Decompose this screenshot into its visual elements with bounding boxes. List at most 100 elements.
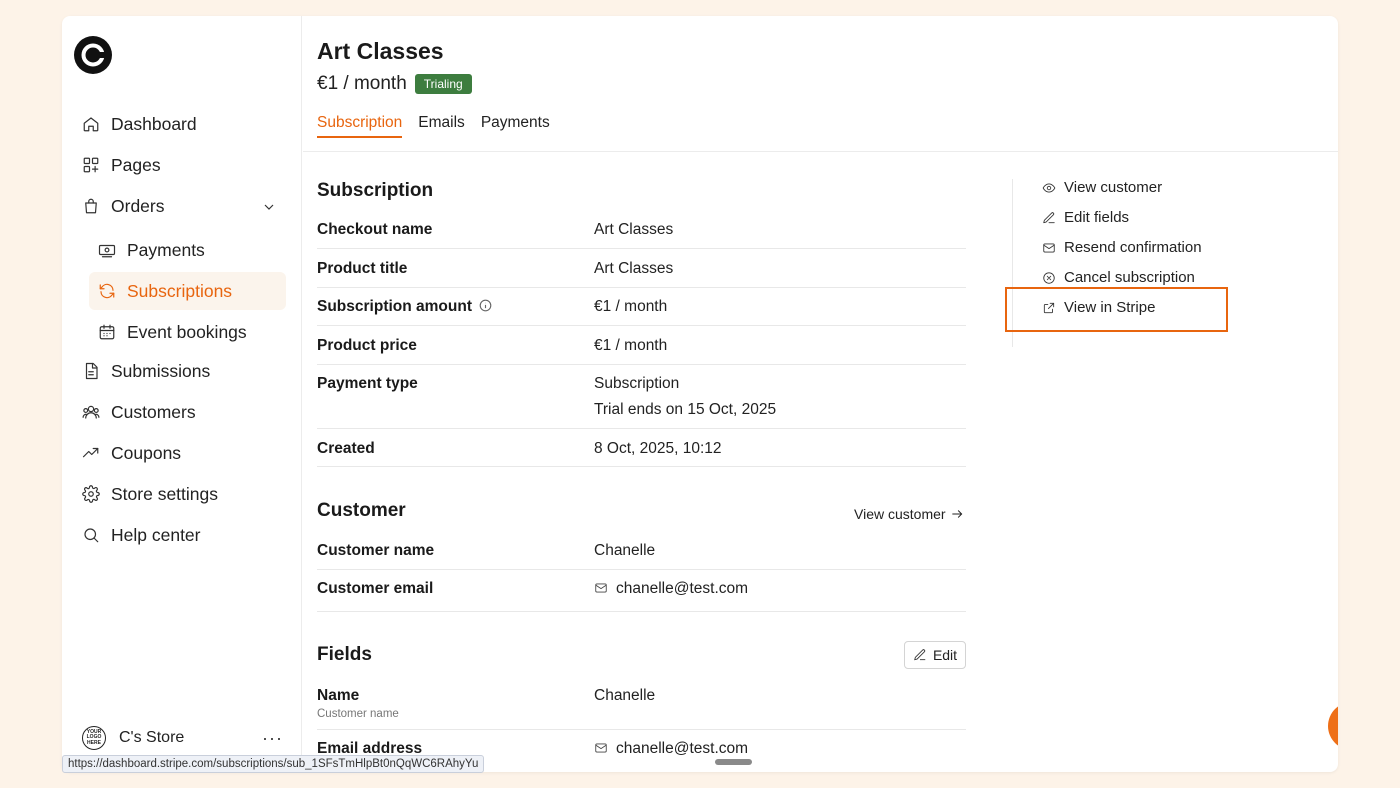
table-row: Checkout name Art Classes	[317, 211, 966, 249]
sidebar-item-label: Customers	[111, 401, 196, 422]
sidebar-item-label: Dashboard	[111, 113, 197, 134]
edit-label: Edit	[932, 647, 958, 663]
action-resend-confirmation[interactable]: Resend confirmation	[1042, 239, 1202, 256]
row-value: Chanelle	[594, 542, 656, 559]
row-value: Art Classes	[594, 221, 674, 238]
sidebar-item-help-center[interactable]: Help center	[82, 520, 201, 550]
action-edit-fields[interactable]: Edit fields	[1042, 209, 1129, 226]
chevron-down-icon[interactable]	[261, 199, 277, 215]
action-label: View customer	[1064, 179, 1163, 196]
table-row: Payment type Subscription Trial ends on …	[317, 365, 966, 429]
more-options-icon[interactable]: ···	[262, 728, 283, 749]
highlight-box	[1005, 287, 1228, 332]
document-icon	[82, 362, 100, 380]
row-label: Product title	[317, 260, 408, 277]
tab-emails[interactable]: Emails	[418, 114, 465, 138]
row-label: Payment type	[317, 375, 418, 392]
view-customer-link[interactable]: View customer	[854, 506, 964, 522]
sidebar-item-store-settings[interactable]: Store settings	[82, 479, 218, 509]
status-badge: Trialing	[414, 74, 472, 94]
row-value-email: chanelle@test.com	[594, 580, 748, 598]
row-value: €1 / month	[594, 337, 668, 354]
arrow-right-icon	[951, 510, 962, 518]
view-customer-label: View customer	[854, 506, 946, 522]
status-bar-url: https://dashboard.stripe.com/subscriptio…	[62, 755, 485, 773]
sidebar-item-event-bookings[interactable]: Event bookings	[98, 317, 247, 347]
banknote-icon	[98, 241, 116, 259]
table-row: Customer email chanelle@test.com	[317, 570, 966, 612]
info-icon[interactable]	[479, 299, 492, 312]
horizontal-scrollbar[interactable]	[715, 759, 752, 765]
row-label: Checkout name	[317, 221, 433, 238]
section-title-customer: Customer	[317, 500, 406, 521]
row-label: Product price	[317, 337, 417, 354]
subscription-price: €1 / month	[317, 73, 407, 94]
table-row: Customer name Chanelle	[317, 531, 966, 570]
sidebar-item-pages[interactable]: Pages	[82, 150, 161, 180]
price-line: €1 / month Trialing	[317, 73, 472, 95]
mail-icon	[594, 741, 608, 755]
tab-subscription[interactable]: Subscription	[317, 114, 403, 138]
store-logo-icon[interactable]	[74, 36, 112, 74]
sidebar-item-label: Submissions	[111, 360, 211, 381]
row-value: Art Classes	[594, 260, 674, 277]
sidebar-item-coupons[interactable]: Coupons	[82, 438, 181, 468]
sidebar-item-label: Pages	[111, 154, 161, 175]
table-row: Name Customer name Chanelle	[317, 676, 966, 730]
table-row: Created 8 Oct, 2025, 10:12	[317, 429, 966, 467]
sidebar-item-label: Subscriptions	[127, 280, 233, 301]
row-value-email: chanelle@test.com	[594, 740, 748, 758]
action-view-customer[interactable]: View customer	[1042, 179, 1162, 196]
table-row: Product price €1 / month	[317, 326, 966, 365]
action-label: Resend confirmation	[1064, 239, 1202, 256]
row-label-with-info: Subscription amount	[317, 298, 492, 316]
sidebar-item-submissions[interactable]: Submissions	[82, 356, 210, 386]
search-icon	[82, 526, 100, 544]
trend-icon	[82, 444, 100, 462]
row-label: Name	[317, 687, 360, 704]
row-label: Customer email	[317, 580, 434, 597]
sidebar-item-orders[interactable]: Orders	[82, 191, 164, 221]
home-icon	[82, 115, 100, 133]
gear-icon	[82, 485, 100, 503]
row-label: Created	[317, 440, 375, 457]
sidebar-item-label: Payments	[127, 239, 205, 260]
mail-icon	[594, 581, 608, 595]
sidebar-item-label: Event bookings	[127, 321, 247, 342]
calendar-icon	[98, 323, 116, 341]
action-label: Edit fields	[1064, 209, 1130, 226]
sidebar-item-label: Help center	[111, 524, 201, 545]
tab-payments[interactable]: Payments	[481, 114, 550, 138]
page-header: Art Classes €1 / month Trialing Subscrip…	[303, 16, 1338, 152]
x-circle-icon	[1043, 271, 1055, 284]
pencil-icon	[914, 649, 926, 661]
sidebar-item-label: Orders	[111, 195, 165, 216]
sidebar-item-subscriptions[interactable]: Subscriptions	[98, 276, 232, 306]
sidebar-item-customers[interactable]: Customers	[82, 397, 196, 427]
users-icon	[82, 403, 100, 421]
sidebar-item-payments[interactable]: Payments	[98, 235, 205, 265]
row-value-secondary: Trial ends on 15 Oct, 2025	[594, 401, 777, 418]
sidebar: Dashboard Pages Orders Payments Subscrip…	[62, 16, 302, 772]
main-content: Art Classes €1 / month Trialing Subscrip…	[303, 16, 1338, 772]
eye-icon	[1042, 182, 1056, 193]
tab-bar: Subscription Emails Payments	[317, 114, 566, 138]
sidebar-item-dashboard[interactable]: Dashboard	[82, 109, 197, 139]
customer-email[interactable]: chanelle@test.com	[616, 580, 748, 597]
store-switcher[interactable]: YOUR LOGO HERE C's Store	[82, 726, 184, 750]
field-email[interactable]: chanelle@test.com	[616, 740, 748, 757]
shopping-bag-icon	[82, 197, 100, 215]
mail-icon	[1043, 242, 1055, 253]
sidebar-item-label: Store settings	[111, 483, 218, 504]
action-cancel-subscription[interactable]: Cancel subscription	[1042, 269, 1195, 286]
table-row: Subscription amount €1 / month	[317, 288, 966, 326]
edit-fields-button[interactable]: Edit	[904, 641, 966, 669]
section-title-fields: Fields	[317, 644, 372, 665]
store-name: C's Store	[119, 729, 185, 746]
page-title: Art Classes	[317, 38, 444, 64]
table-row: Product title Art Classes	[317, 249, 966, 288]
pencil-icon	[1043, 211, 1055, 223]
section-title-subscription: Subscription	[317, 180, 434, 201]
app-window: Dashboard Pages Orders Payments Subscrip…	[62, 16, 1338, 772]
avatar: YOUR LOGO HERE	[82, 726, 106, 750]
